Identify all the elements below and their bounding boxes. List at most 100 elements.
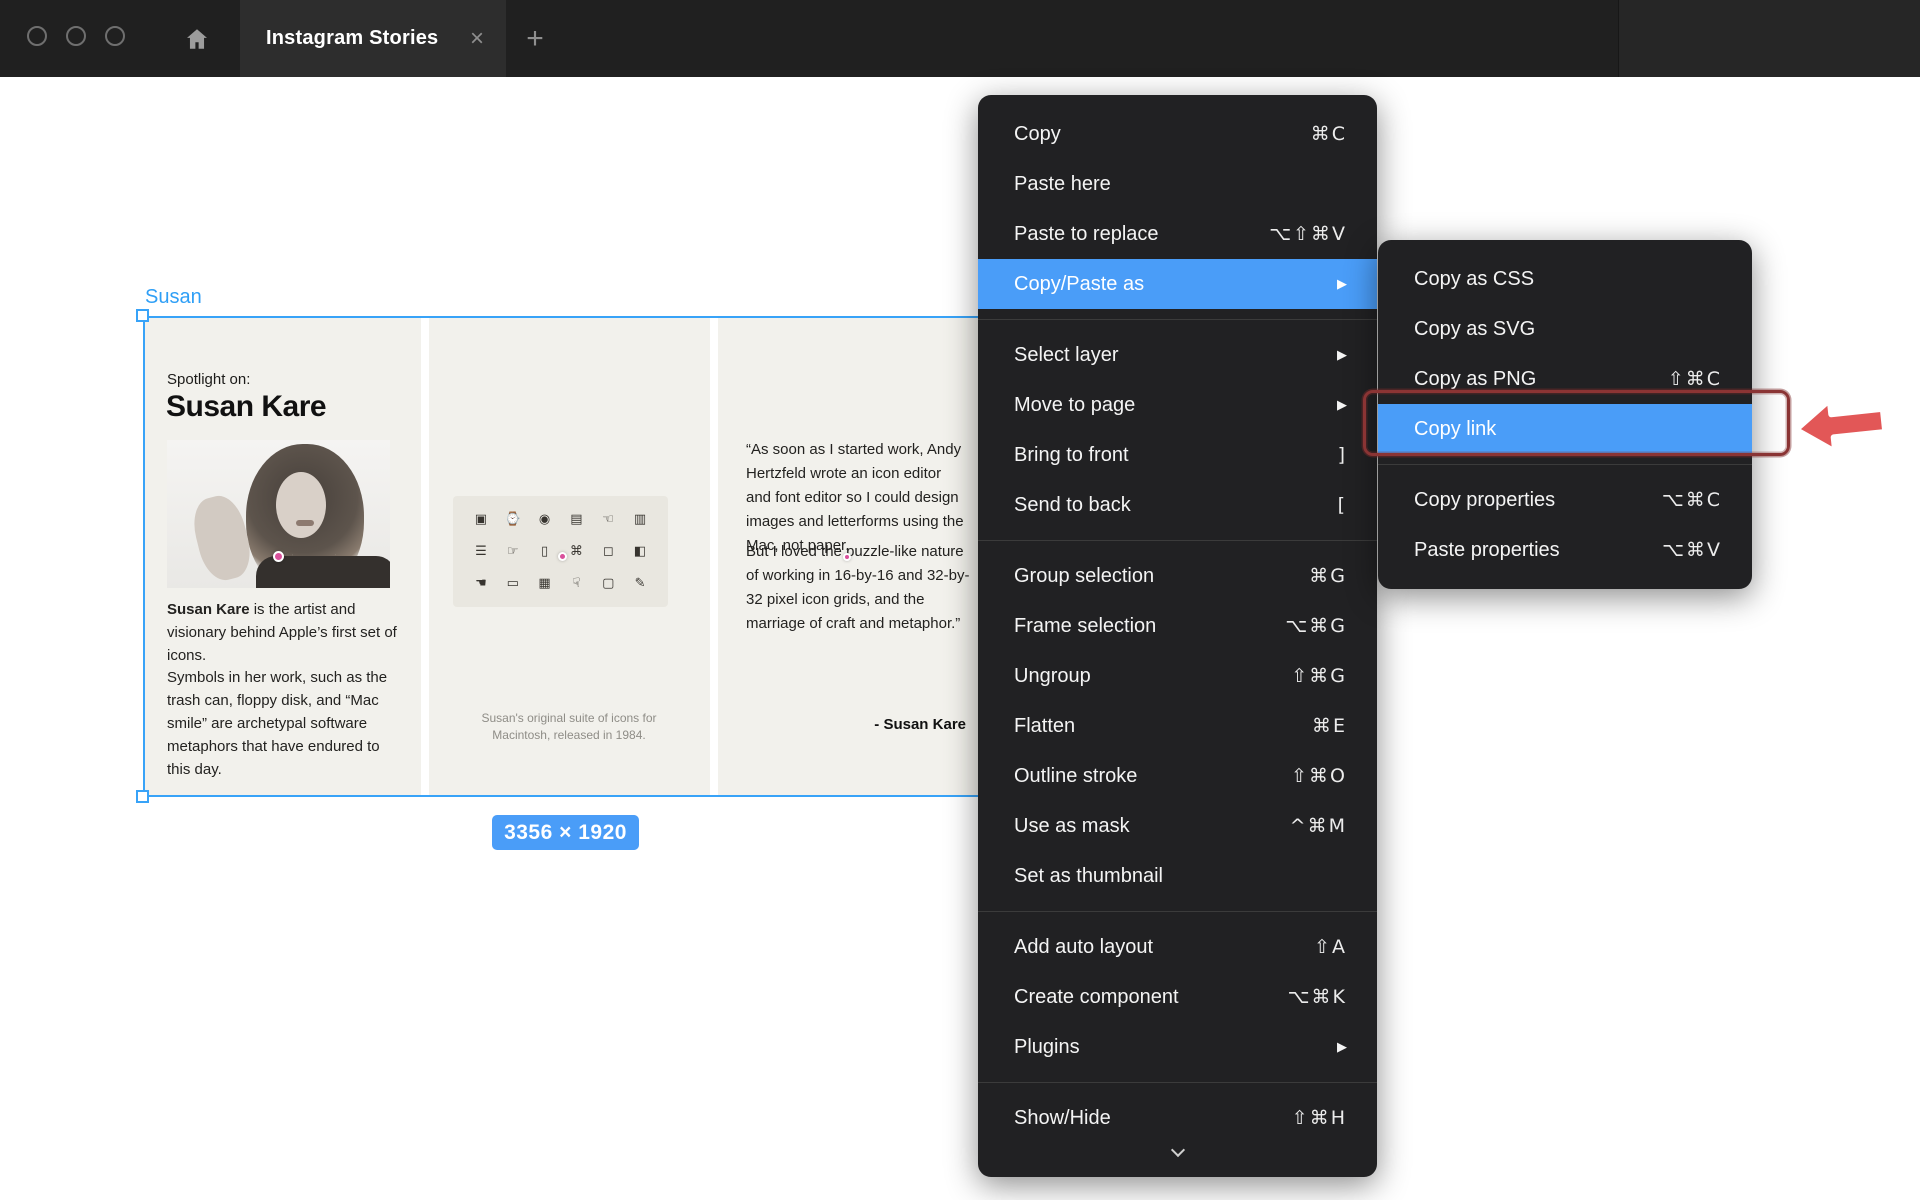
menu-item-copy-as-png[interactable]: Copy as PNG⇧⌘C (1378, 354, 1752, 404)
window-control-circle[interactable] (105, 26, 125, 46)
window-controls[interactable] (27, 26, 125, 46)
menu-item-shortcut: [ (1338, 494, 1347, 516)
menu-item-outline-stroke[interactable]: Outline stroke⇧⌘O (978, 751, 1377, 801)
menu-item-paste-properties[interactable]: Paste properties⌥⌘V (1378, 525, 1752, 575)
menu-item-bring-to-front[interactable]: Bring to front] (978, 430, 1377, 480)
menu-item-label: Plugins (1014, 1036, 1337, 1059)
menu-item-shortcut: ⌥⌘V (1662, 539, 1722, 561)
briefcase-icon: ▤ (570, 513, 582, 526)
menu-more-chevron[interactable] (978, 1143, 1377, 1171)
menu-item-set-as-thumbnail[interactable]: Set as thumbnail (978, 851, 1377, 901)
menu-item-copy[interactable]: Copy⌘C (978, 109, 1377, 159)
submenu-arrow-icon: ▶ (1337, 277, 1347, 292)
menu-item-copy-properties[interactable]: Copy properties⌥⌘C (1378, 475, 1752, 525)
menu-item-use-as-mask[interactable]: Use as mask^⌘M (978, 801, 1377, 851)
card-paragraph: Susan Kare is the artist and visionary b… (167, 598, 400, 667)
menu-item-shortcut: ⌥⌘G (1285, 615, 1347, 637)
windows-stack-icon: ▦ (538, 577, 550, 590)
menu-item-label: Paste here (1014, 173, 1347, 196)
menu-item-label: Flatten (1014, 715, 1312, 738)
menu-item-paste-to-replace[interactable]: Paste to replace⌥⇧⌘V (978, 209, 1377, 259)
menu-item-shortcut: ⌘G (1309, 565, 1347, 587)
menu-item-label: Ungroup (1014, 665, 1291, 688)
hand-left-icon: ☜ (602, 513, 614, 526)
card-paragraph: Symbols in her work, such as the trash c… (167, 666, 400, 781)
tab-close-icon[interactable]: × (466, 25, 488, 53)
window-icon: ◻ (603, 545, 614, 558)
menu-item-create-component[interactable]: Create component⌥⌘K (978, 972, 1377, 1022)
menu-item-paste-here[interactable]: Paste here (978, 159, 1377, 209)
menu-item-label: Select layer (1014, 344, 1337, 367)
mac-classic-icon: ▣ (475, 513, 487, 526)
menu-item-label: Group selection (1014, 565, 1309, 588)
menu-item-shortcut: ⇧⌘O (1291, 765, 1347, 787)
selection-handle-top-left[interactable] (136, 309, 149, 322)
menu-item-select-layer[interactable]: Select layer▶ (978, 330, 1377, 380)
menu-divider (978, 319, 1377, 320)
menu-item-shortcut: ⌥⌘K (1288, 986, 1347, 1008)
menu-item-move-to-page[interactable]: Move to page▶ (978, 380, 1377, 430)
menu-item-copy-link[interactable]: Copy link (1378, 404, 1752, 454)
menu-item-label: Copy as SVG (1414, 318, 1722, 341)
menu-item-label: Copy properties (1414, 489, 1662, 512)
context-menu: Copy⌘C Paste here Paste to replace⌥⇧⌘VCopy… (978, 95, 1377, 1177)
menu-item-shortcut: ^⌘M (1290, 815, 1347, 837)
menu-item-label: Copy as CSS (1414, 268, 1722, 291)
top-bar: Instagram Stories × + (0, 0, 1920, 77)
menu-item-copy-paste-as[interactable]: Copy/Paste as▶ (978, 259, 1377, 309)
home-icon (184, 26, 210, 52)
quote-paragraph: But I loved the puzzle-like nature of wo… (746, 540, 970, 636)
menu-item-label: Paste properties (1414, 539, 1662, 562)
menu-item-group-selection[interactable]: Group selection⌘G (978, 551, 1377, 601)
selection-handle-bottom-left[interactable] (136, 790, 149, 803)
window-control-circle[interactable] (66, 26, 86, 46)
menu-item-label: Outline stroke (1014, 765, 1291, 788)
menu-item-ungroup[interactable]: Ungroup⇧⌘G (978, 651, 1377, 701)
story-card-icons[interactable]: ▣⌚◉▤☜▥☰☞▯⌘◻◧☚▭▦☟▢✎ Susan's original suit… (429, 316, 710, 797)
menu-item-copy-as-svg[interactable]: Copy as SVG (1378, 304, 1752, 354)
dark-book-icon: ◧ (634, 545, 646, 558)
quote-attribution: - Susan Kare (746, 716, 966, 733)
icon-grid-caption: Susan's original suite of icons for Maci… (474, 710, 664, 744)
menu-item-label: Move to page (1014, 394, 1337, 417)
frame-dimensions-badge: 3356 × 1920 (492, 815, 639, 850)
copy-paste-as-submenu: Copy as CSS Copy as SVG Copy as PNG⇧⌘C Copy… (1378, 240, 1752, 589)
collaborator-cursor-dot (558, 552, 567, 561)
trash-can-icon: ▯ (541, 545, 548, 558)
menu-item-add-auto-layout[interactable]: Add auto layout⇧A (978, 922, 1377, 972)
page-icon: ▢ (602, 577, 614, 590)
menu-item-label: Copy link (1414, 418, 1722, 441)
new-tab-button[interactable]: + (512, 0, 558, 77)
menu-item-frame-selection[interactable]: Frame selection⌥⌘G (978, 601, 1377, 651)
watch-icon: ⌚ (505, 513, 521, 526)
floppy-disk-icon: ▥ (634, 513, 646, 526)
hand-back-icon: ☚ (475, 577, 487, 590)
hand-down-icon: ☟ (572, 577, 580, 590)
menu-item-send-to-back[interactable]: Send to back[ (978, 480, 1377, 530)
menu-item-shortcut: ⌥⌘C (1662, 489, 1722, 511)
home-button[interactable] (176, 18, 218, 60)
annotation-arrow-icon (1789, 389, 1891, 461)
menu-divider (978, 540, 1377, 541)
collaborator-cursor-dot (843, 553, 851, 561)
submenu-arrow-icon: ▶ (1337, 1040, 1347, 1055)
menu-item-label: Frame selection (1014, 615, 1285, 638)
menu-item-show-hide[interactable]: Show/Hide⇧⌘H (978, 1093, 1377, 1143)
menu-item-copy-as-css[interactable]: Copy as CSS (1378, 254, 1752, 304)
collaborator-cursor-dot (273, 551, 284, 562)
submenu-arrow-icon: ▶ (1337, 348, 1347, 363)
menu-item-shortcut: ⇧⌘H (1292, 1107, 1347, 1129)
pencil-icon: ✎ (635, 577, 646, 590)
menu-item-label: Set as thumbnail (1014, 865, 1347, 888)
menu-item-plugins[interactable]: Plugins▶ (978, 1022, 1377, 1072)
story-card-quote[interactable]: “As soon as I started work, Andy Hertzfe… (718, 316, 995, 797)
menu-item-label: Show/Hide (1014, 1107, 1292, 1130)
menu-item-label: Send to back (1014, 494, 1338, 517)
tab-instagram-stories[interactable]: Instagram Stories × (240, 0, 506, 77)
frame-label[interactable]: Susan (145, 286, 202, 309)
window-control-circle[interactable] (27, 26, 47, 46)
menu-item-label: Use as mask (1014, 815, 1290, 838)
menu-item-flatten[interactable]: Flatten⌘E (978, 701, 1377, 751)
hand-point-icon: ☞ (507, 545, 519, 558)
menu-item-shortcut: ⌘E (1312, 715, 1347, 737)
